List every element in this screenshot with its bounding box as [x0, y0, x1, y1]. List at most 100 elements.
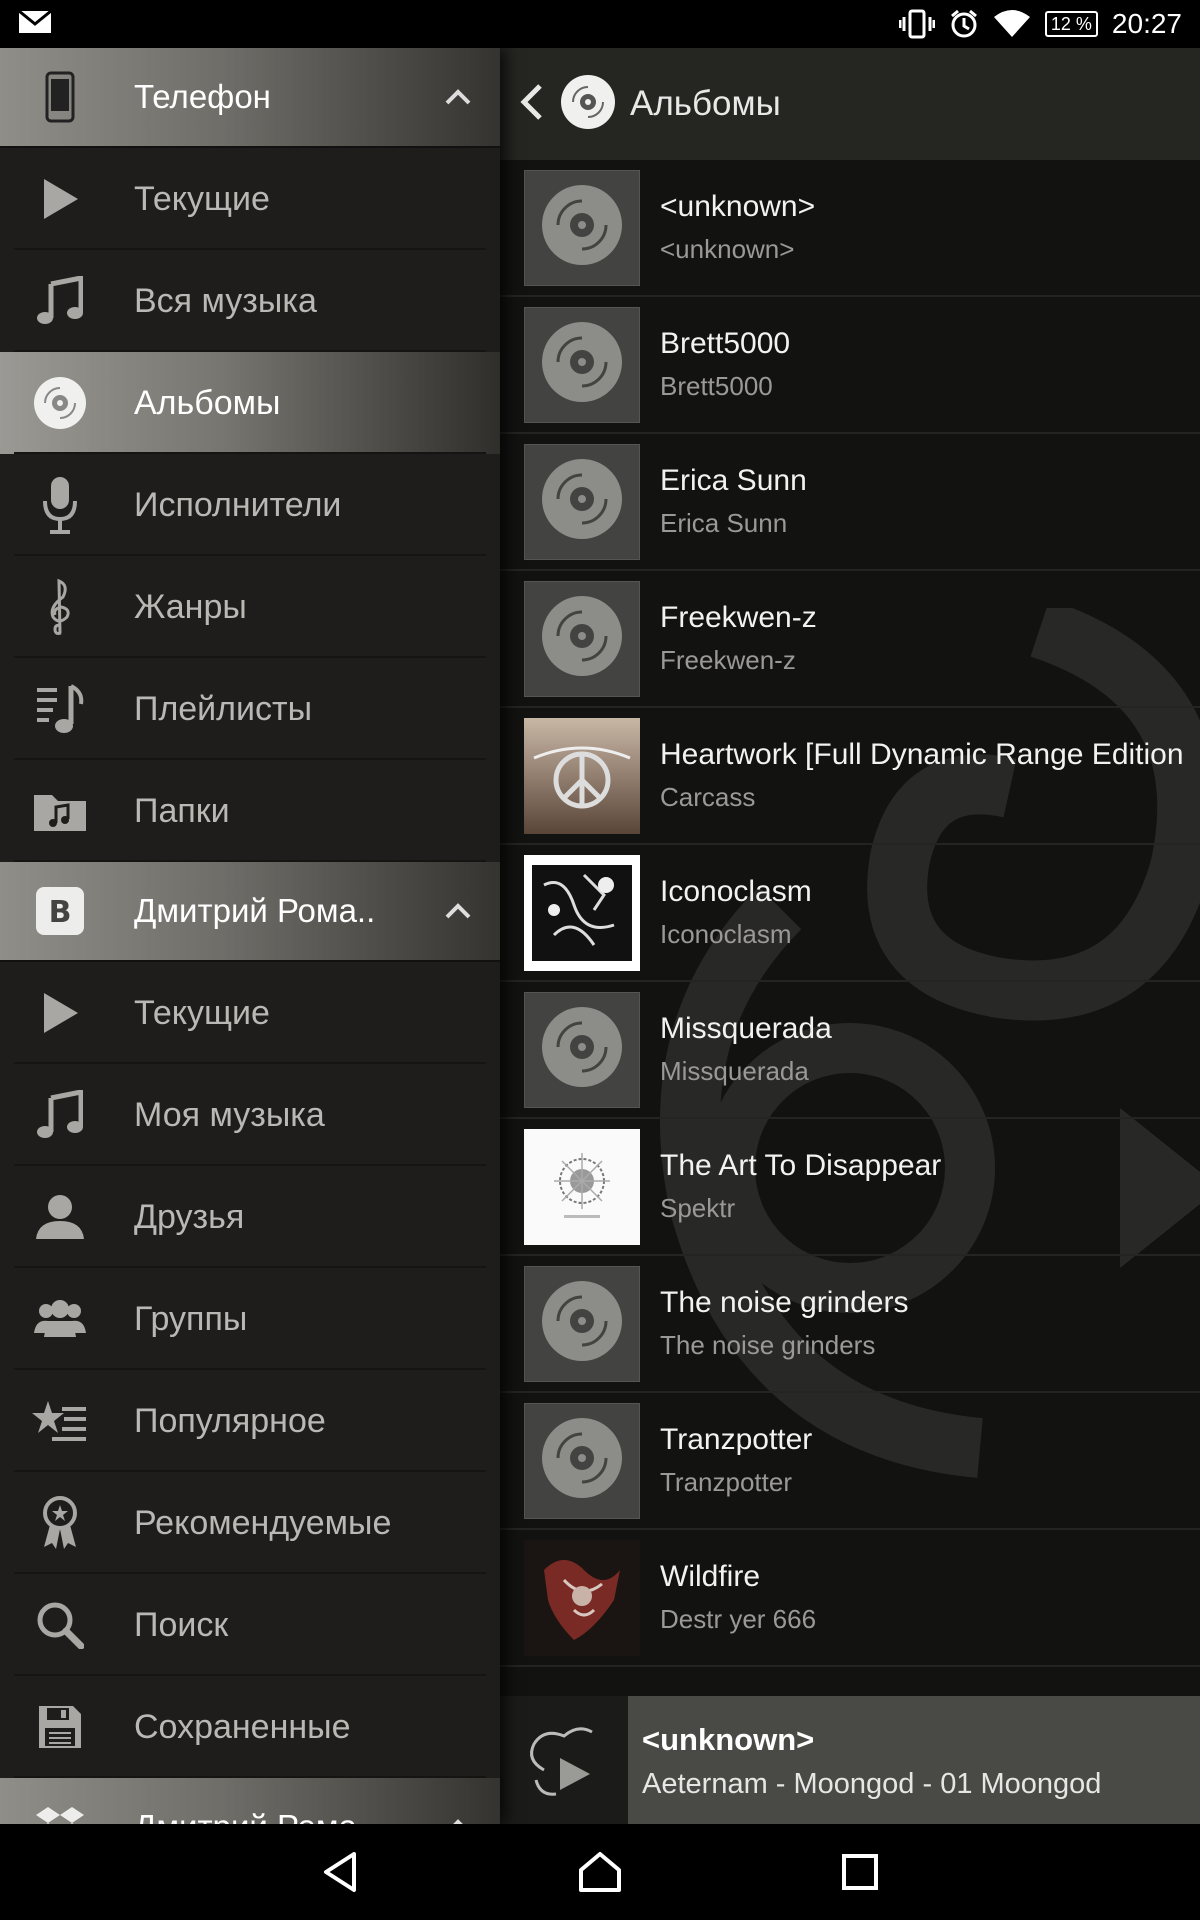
- drawer-section-title: Дмитрий Рома..: [134, 1808, 438, 1824]
- now-playing-art[interactable]: [500, 1696, 628, 1824]
- wifi-icon: [993, 9, 1031, 39]
- vibrate-icon: [898, 9, 935, 39]
- drawer-section-vk[interactable]: В Дмитрий Рома..: [0, 862, 500, 962]
- microphone-icon: [30, 475, 90, 535]
- drawer-section-phone[interactable]: Телефон: [0, 48, 500, 148]
- album-placeholder-art: [524, 443, 640, 560]
- album-title: Brett5000: [660, 327, 791, 360]
- album-cover-wildfire: [524, 1539, 640, 1656]
- album-artist: Carcass: [660, 782, 756, 812]
- album-title: Tranzpotter: [660, 1423, 813, 1456]
- album-placeholder-art: [524, 1265, 640, 1382]
- mail-icon: [18, 9, 52, 39]
- drawer-item-popular[interactable]: Популярное: [0, 1370, 500, 1472]
- album-row[interactable]: The noise grinders The noise grinders: [500, 1256, 1200, 1393]
- disc-icon: [540, 183, 624, 272]
- recents-icon[interactable]: [830, 1842, 890, 1902]
- search-icon: [30, 1595, 90, 1655]
- drawer-item-all-music[interactable]: Вся музыка: [0, 250, 500, 352]
- drawer-item-current[interactable]: Текущие: [0, 148, 500, 250]
- play-icon: [30, 983, 90, 1043]
- album-artist: <unknown>: [660, 234, 795, 264]
- drawer-item-vk-current[interactable]: Текущие: [0, 962, 500, 1064]
- treble-clef-icon: [30, 577, 90, 637]
- album-cover-heartwork: [524, 717, 640, 834]
- album-row[interactable]: <unknown> <unknown>: [500, 160, 1200, 297]
- drawer-item-genres[interactable]: Жанры: [0, 556, 500, 658]
- album-row[interactable]: Freekwen-z Freekwen-z: [500, 571, 1200, 708]
- now-playing-track: Aeternam - Moongod - 01 Moongod: [642, 1768, 1102, 1800]
- album-row[interactable]: Wildfire Destr yer 666: [500, 1530, 1200, 1667]
- album-title: Erica Sunn: [660, 464, 807, 497]
- now-playing-title: <unknown>: [642, 1722, 815, 1757]
- album-placeholder-art: [524, 169, 640, 286]
- toolbar: Альбомы: [500, 48, 1200, 160]
- drawer-item-playlists[interactable]: Плейлисты: [0, 658, 500, 760]
- svg-text:В: В: [49, 895, 72, 930]
- album-artist: Spektr: [660, 1193, 736, 1223]
- album-title: The Art To Disappear: [660, 1149, 942, 1182]
- back-arrow-icon[interactable]: [518, 82, 544, 127]
- drawer-item-label: Жанры: [134, 587, 247, 626]
- group-icon: [30, 1289, 90, 1349]
- album-title: Wildfire: [660, 1560, 761, 1593]
- page-title: Альбомы: [630, 84, 781, 123]
- drawer-item-search[interactable]: Поиск: [0, 1574, 500, 1676]
- album-cover-iconoclasm: [524, 854, 640, 971]
- drawer-item-label: Папки: [134, 791, 230, 830]
- album-placeholder-art: [524, 1402, 640, 1519]
- albums-panel: Альбомы <unknown> <unknown> Brett5000 Bret…: [500, 48, 1200, 1824]
- disc-icon: [540, 1005, 624, 1094]
- playlist-icon: [30, 679, 90, 739]
- status-bar: 12 % 20:27: [0, 0, 1200, 48]
- drawer-item-label: Альбомы: [134, 383, 281, 422]
- drawer-item-saved[interactable]: Сохраненные: [0, 1676, 500, 1778]
- vk-icon: В: [30, 881, 90, 941]
- album-row[interactable]: Heartwork [Full Dynamic Range Edition Car…: [500, 708, 1200, 845]
- album-title: Heartwork [Full Dynamic Range Edition: [660, 738, 1184, 771]
- drawer-item-friends[interactable]: Друзья: [0, 1166, 500, 1268]
- drawer-item-albums[interactable]: Альбомы: [0, 352, 500, 454]
- drawer-item-label: Текущие: [134, 179, 270, 218]
- disc-icon: [30, 373, 90, 433]
- album-row[interactable]: Erica Sunn Erica Sunn: [500, 434, 1200, 571]
- drawer-item-label: Исполнители: [134, 485, 342, 524]
- album-row[interactable]: Brett5000 Brett5000: [500, 297, 1200, 434]
- drawer-item-artists[interactable]: Исполнители: [0, 454, 500, 556]
- album-artist: The noise grinders: [660, 1330, 876, 1360]
- chevron-up-icon[interactable]: [438, 1807, 478, 1824]
- now-playing-bar[interactable]: <unknown> Aeternam - Moongod - 01 Moongo…: [500, 1696, 1200, 1824]
- drawer-item-recommended[interactable]: Рекомендуемые: [0, 1472, 500, 1574]
- album-placeholder-art: [524, 306, 640, 423]
- drawer-item-groups[interactable]: Группы: [0, 1268, 500, 1370]
- drawer-item-label: Друзья: [134, 1197, 245, 1236]
- music-note-icon: [30, 271, 90, 331]
- album-row[interactable]: Tranzpotter Tranzpotter: [500, 1393, 1200, 1530]
- chevron-up-icon[interactable]: [438, 77, 478, 117]
- chevron-up-icon[interactable]: [438, 891, 478, 931]
- disc-icon: [540, 1279, 624, 1368]
- album-row[interactable]: Missquerada Missquerada: [500, 982, 1200, 1119]
- album-row[interactable]: The Art To Disappear Spektr: [500, 1119, 1200, 1256]
- disc-icon: [540, 457, 624, 546]
- album-artist: Iconoclasm: [660, 919, 792, 949]
- album-row[interactable]: Iconoclasm Iconoclasm: [500, 845, 1200, 982]
- album-placeholder-art: [524, 580, 640, 697]
- folder-music-icon: [30, 781, 90, 841]
- clock: 20:27: [1111, 8, 1182, 39]
- save-icon: [30, 1697, 90, 1757]
- drawer-item-label: Группы: [134, 1299, 248, 1338]
- system-navigation-bar: [0, 1824, 1200, 1920]
- drawer-item-folders[interactable]: Папки: [0, 760, 500, 862]
- drawer-item-label: Плейлисты: [134, 689, 313, 728]
- album-cover-spektr: [524, 1128, 640, 1245]
- home-icon[interactable]: [570, 1842, 630, 1902]
- drawer-item-label: Рекомендуемые: [134, 1503, 392, 1542]
- album-title: The noise grinders: [660, 1286, 909, 1319]
- back-icon[interactable]: [310, 1842, 370, 1902]
- disc-icon: [540, 1416, 624, 1505]
- drawer-item-my-music[interactable]: Моя музыка: [0, 1064, 500, 1166]
- dropbox-icon: [30, 1797, 90, 1824]
- drawer-section-dropbox[interactable]: Дмитрий Рома..: [0, 1778, 500, 1824]
- now-playing-info[interactable]: <unknown> Aeternam - Moongod - 01 Moongo…: [628, 1696, 1200, 1824]
